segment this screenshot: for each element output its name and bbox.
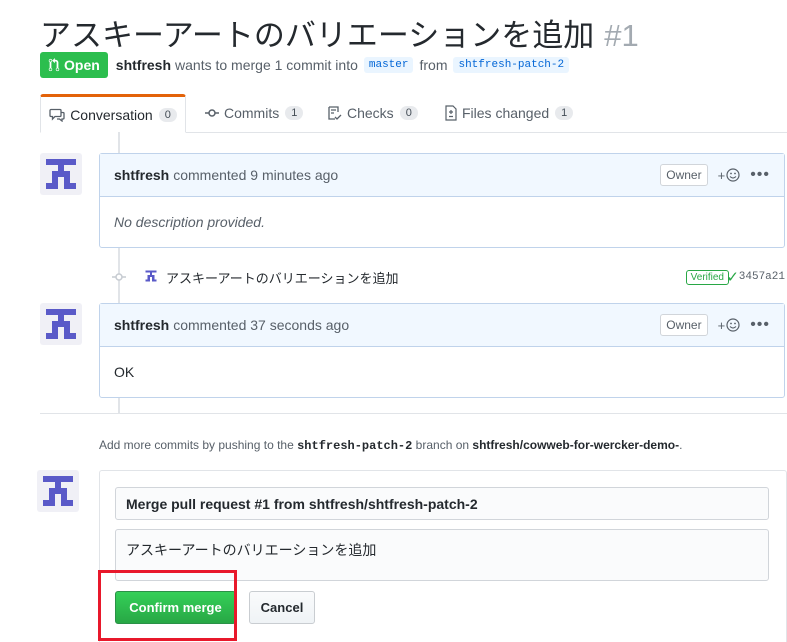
commit-icon xyxy=(205,108,219,118)
help-middle: branch on xyxy=(415,438,470,452)
owner-badge: Owner xyxy=(660,164,708,186)
comment-icon xyxy=(49,108,65,122)
avatar[interactable] xyxy=(40,153,82,195)
timeline-divider xyxy=(40,413,787,414)
tab-commits-count: 1 xyxy=(285,106,304,120)
commit-message-link[interactable]: アスキーアートのバリエーションを追加 xyxy=(166,268,398,287)
git-pull-request-icon xyxy=(48,58,60,72)
pr-meta: Open shtfresh wants to merge 1 commit in… xyxy=(40,52,575,78)
base-branch[interactable]: master xyxy=(363,57,414,73)
pr-title: アスキーアートのバリエーションを追加 #1 xyxy=(40,10,639,55)
avatar[interactable] xyxy=(40,303,82,345)
state-label: Open xyxy=(64,57,100,73)
check-icon[interactable]: ✓ xyxy=(726,268,739,286)
tab-checks[interactable]: Checks 0 xyxy=(328,94,418,132)
verified-badge[interactable]: Verified xyxy=(685,269,729,285)
tab-conversation-label: Conversation xyxy=(70,106,153,123)
comment-header: shtfresh commented 37 seconds ago Owner … xyxy=(100,304,784,347)
cancel-button[interactable]: Cancel xyxy=(249,591,315,624)
tab-conversation[interactable]: Conversation 0 xyxy=(40,94,186,133)
comment-timestamp[interactable]: commented 37 seconds ago xyxy=(173,317,349,333)
help-repo-link[interactable]: shtfresh/cowweb-for-wercker-demo- xyxy=(472,438,679,452)
comment-body: OK xyxy=(114,364,135,380)
merge-title-input[interactable]: Merge pull request #1 from shtfresh/shtf… xyxy=(115,487,769,520)
owner-badge: Owner xyxy=(660,314,708,336)
add-reaction-button[interactable]: + xyxy=(718,168,741,183)
smiley-icon xyxy=(726,168,740,182)
add-reaction-button[interactable]: + xyxy=(718,318,741,333)
head-branch[interactable]: shtfresh-patch-2 xyxy=(453,57,570,73)
smiley-icon xyxy=(726,318,740,332)
tab-conversation-count: 0 xyxy=(158,107,177,122)
commit-event: アスキーアートのバリエーションを追加 Verified ✓ 3457a21 xyxy=(110,265,787,289)
more-options-icon[interactable]: ••• xyxy=(750,166,770,184)
tab-checks-label: Checks xyxy=(347,105,394,121)
merge-body-textarea[interactable]: アスキーアートのバリエーションを追加 xyxy=(115,529,769,581)
pr-number: #1 xyxy=(604,18,639,53)
comment-author[interactable]: shtfresh xyxy=(114,167,169,183)
merge-form: Merge pull request #1 from shtfresh/shtf… xyxy=(99,470,787,642)
tab-checks-count: 0 xyxy=(399,106,418,120)
tab-files-changed-label: Files changed xyxy=(462,105,550,121)
comment-box: shtfresh commented 9 minutes ago Owner +… xyxy=(99,153,785,248)
comment-author[interactable]: shtfresh xyxy=(114,317,169,333)
more-options-icon[interactable]: ••• xyxy=(750,316,770,334)
push-help-text: Add more commits by pushing to the shtfr… xyxy=(99,438,682,453)
pr-author-link[interactable]: shtfresh xyxy=(116,57,171,73)
pr-tabs: Conversation 0 Commits 1 Checks 0 Files … xyxy=(40,94,787,133)
tab-files-changed[interactable]: Files changed 1 xyxy=(445,94,574,132)
tab-commits-label: Commits xyxy=(224,105,280,121)
help-branch: shtfresh-patch-2 xyxy=(297,439,413,453)
commit-node-icon xyxy=(112,273,126,281)
help-prefix: Add more commits by pushing to the xyxy=(99,438,294,452)
pr-meta-text: wants to merge 1 commit into xyxy=(175,57,358,73)
state-badge: Open xyxy=(40,52,108,78)
comment-timestamp[interactable]: commented 9 minutes ago xyxy=(173,167,338,183)
comment-box: shtfresh commented 37 seconds ago Owner … xyxy=(99,303,785,398)
commit-sha-link[interactable]: 3457a21 xyxy=(739,271,785,283)
tab-files-changed-count: 1 xyxy=(555,106,574,120)
from-text: from xyxy=(419,57,448,73)
confirm-merge-button[interactable]: Confirm merge xyxy=(115,591,236,624)
help-suffix: . xyxy=(679,438,683,452)
checklist-icon xyxy=(328,106,342,120)
commit-avatar[interactable] xyxy=(143,268,159,284)
file-diff-icon xyxy=(445,105,457,121)
comment-header: shtfresh commented 9 minutes ago Owner +… xyxy=(100,154,784,197)
comment-body: No description provided. xyxy=(114,214,265,230)
avatar[interactable] xyxy=(37,470,79,512)
tab-commits[interactable]: Commits 1 xyxy=(205,94,304,132)
pr-title-text: アスキーアートのバリエーションを追加 xyxy=(40,18,595,53)
